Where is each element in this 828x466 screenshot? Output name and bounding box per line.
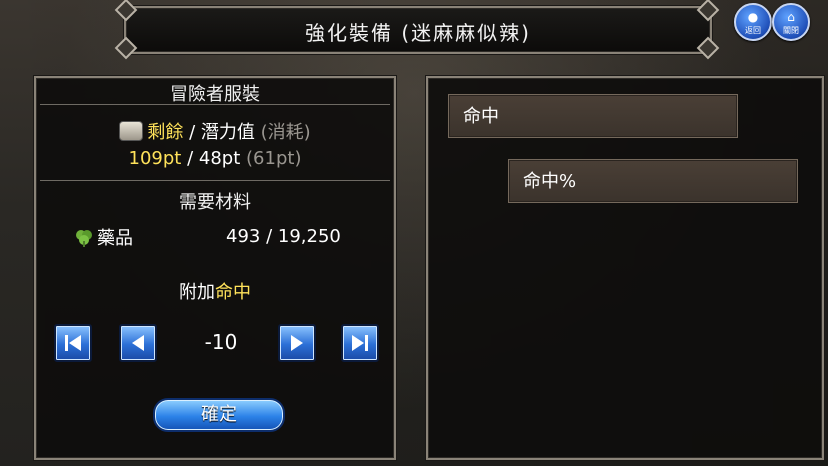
arrow-left-icon — [132, 335, 144, 351]
last-step-button[interactable] — [341, 324, 379, 362]
prev-step-button[interactable] — [119, 324, 157, 362]
attach-row: 附加命中 — [179, 282, 251, 303]
points-value-row: 109pt / 48pt (61pt) — [128, 148, 302, 169]
house-icon: ⌂ — [787, 10, 795, 24]
bag-icon — [119, 121, 144, 141]
back-icon: ● — [747, 10, 759, 24]
stat-item-hit[interactable]: 命中 — [448, 94, 738, 138]
divider — [40, 180, 390, 181]
next-step-button[interactable] — [278, 324, 316, 362]
skip-back-icon — [65, 335, 81, 351]
confirm-button[interactable]: 確定 — [153, 398, 285, 432]
page-title: 強化裝備 (迷麻麻似辣) — [305, 21, 531, 45]
skip-forward-icon — [352, 335, 368, 351]
step-value: -10 — [204, 330, 238, 354]
materials-header: 需要材料 — [179, 192, 251, 213]
title-bar: 強化裝備 (迷麻麻似辣) — [124, 6, 712, 54]
back-button[interactable]: ● 返回 — [734, 3, 772, 41]
stats-panel: 命中 命中% — [426, 76, 824, 460]
clover-icon — [76, 230, 92, 247]
stat-item-hit-percent[interactable]: 命中% — [508, 159, 798, 203]
divider — [40, 104, 390, 105]
first-step-button[interactable] — [54, 324, 92, 362]
material-name: 藥品 — [97, 228, 133, 249]
arrow-right-icon — [291, 335, 303, 351]
close-button[interactable]: ⌂ 關閉 — [772, 3, 810, 41]
material-item: 藥品 — [74, 224, 133, 250]
material-amount: 493 / 19,250 — [226, 226, 341, 247]
points-label-row: 剩餘 / 潛力值 (消耗) — [36, 118, 394, 144]
equipment-name: 冒險者服裝 — [170, 84, 260, 105]
